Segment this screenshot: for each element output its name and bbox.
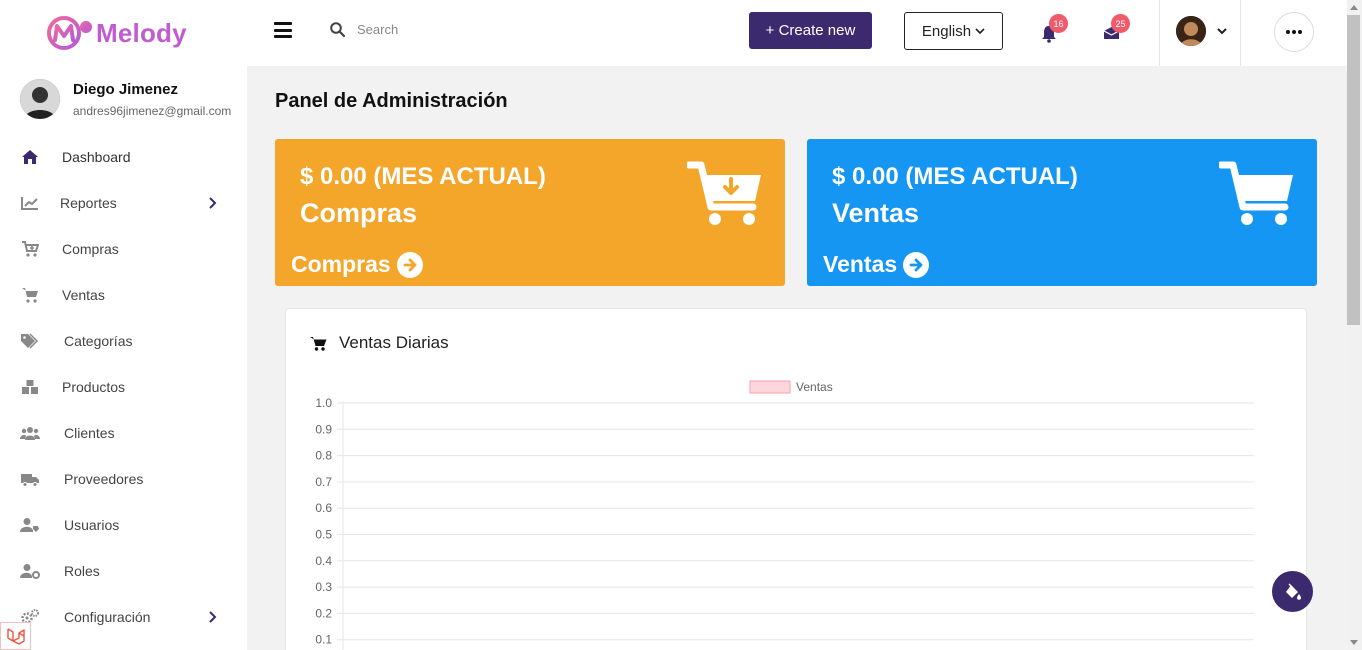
tags-icon (20, 332, 40, 350)
laravel-debug-icon[interactable] (0, 622, 31, 650)
ventas-card[interactable]: $ 0.00 (MES ACTUAL) Ventas Ventas (807, 139, 1317, 286)
user-name: Diego Jimenez (73, 80, 179, 98)
cart-plus-icon (20, 240, 40, 258)
sidebar-item-label: Configuración (64, 609, 151, 625)
language-label: English (921, 22, 972, 40)
chevron-right-icon (209, 611, 217, 623)
brand-logo[interactable]: Melody (46, 14, 187, 52)
divider (1240, 0, 1241, 66)
sidebar-item-label: Compras (62, 241, 119, 257)
compras-link[interactable]: Compras (291, 251, 423, 278)
messages-button[interactable]: 25 (1103, 14, 1130, 44)
notifications-badge: 16 (1049, 14, 1068, 33)
page-title: Panel de Administración (275, 90, 508, 112)
boxes-icon (20, 378, 40, 396)
y-tick-label: 0.1 (315, 633, 332, 647)
user-email: andres96jimenez@gmail.com (73, 103, 232, 118)
theme-customizer-button[interactable] (1272, 571, 1313, 612)
paint-bucket-icon (1285, 582, 1301, 600)
chevron-down-icon (975, 28, 985, 35)
sidebar-item-label: Dashboard (62, 149, 131, 165)
y-tick-label: 0.9 (315, 422, 332, 436)
sidebar-item-categorias[interactable]: Categorías (0, 318, 247, 364)
card-link-label: Ventas (823, 251, 898, 277)
cart-download-icon (687, 161, 761, 225)
arrow-circle-right-icon (396, 251, 423, 278)
legend-label: Ventas (796, 380, 833, 394)
home-icon (20, 148, 40, 166)
truck-icon (20, 470, 40, 488)
avatar (1176, 16, 1206, 46)
sidebar-item-label: Productos (62, 379, 126, 395)
cart-icon (1219, 161, 1293, 225)
user-tag-icon (20, 516, 40, 534)
topbar: + Create new English 16 25 (247, 0, 1347, 66)
user-cog-icon (20, 562, 40, 580)
sidebar-item-label: Roles (64, 563, 100, 579)
chart-line-icon (20, 194, 40, 212)
sidebar-item-label: Usuarios (64, 517, 120, 533)
avatar (20, 79, 60, 119)
sidebar-item-label: Reportes (60, 195, 117, 211)
language-select[interactable]: English (904, 12, 1003, 50)
y-tick-label: 0.6 (315, 501, 332, 515)
legend-swatch (749, 380, 791, 394)
sidebar-nav: Dashboard Reportes Compras Ventas Catego… (0, 134, 247, 640)
sidebar-item-clientes[interactable]: Clientes (0, 410, 247, 456)
chevron-down-icon (1217, 28, 1227, 35)
sidebar-item-roles[interactable]: Roles (0, 548, 247, 594)
card-amount: $ 0.00 (MES ACTUAL) (300, 163, 546, 190)
y-tick-label: 0.4 (315, 554, 332, 568)
sidebar-item-compras[interactable]: Compras (0, 226, 247, 272)
sidebar-item-dashboard[interactable]: Dashboard (0, 134, 247, 180)
y-tick-label: 0.7 (315, 475, 332, 489)
y-tick-label: 1.0 (315, 396, 332, 410)
ventas-link[interactable]: Ventas (823, 251, 930, 278)
sidebar-item-label: Categorías (64, 333, 133, 349)
ellipsis-icon (1286, 30, 1302, 34)
users-icon (20, 424, 40, 442)
search-icon (330, 22, 345, 37)
more-options-button[interactable] (1274, 12, 1314, 52)
notifications-button[interactable]: 16 (1041, 14, 1068, 44)
scroll-down-arrow-icon[interactable] (1350, 640, 1358, 645)
card-title: Compras (300, 198, 418, 228)
chevron-right-icon (209, 197, 217, 209)
user-menu[interactable] (1176, 16, 1228, 46)
card-amount: $ 0.00 (MES ACTUAL) (832, 163, 1078, 190)
sidebar-item-label: Ventas (62, 287, 105, 303)
hamburger-menu-icon[interactable] (274, 22, 292, 38)
arrow-circle-right-icon (903, 251, 930, 278)
chart-legend[interactable]: Ventas (749, 380, 833, 394)
scroll-up-arrow-icon[interactable] (1350, 5, 1358, 10)
sidebar-item-reportes[interactable]: Reportes (0, 180, 247, 226)
sidebar-item-configuracion[interactable]: Configuración (0, 594, 247, 640)
scrollbar-thumb[interactable] (1347, 15, 1360, 325)
card-title: Ventas (832, 198, 920, 228)
brand-name: Melody (96, 17, 187, 48)
card-link-label: Compras (291, 251, 391, 277)
search-bar[interactable] (330, 22, 557, 37)
ventas-diarias-panel: Ventas Diarias Ventas 1.0 0.9 0.8 0.7 0.6 0.5 0… (285, 308, 1307, 650)
sidebar-item-proveedores[interactable]: Proveedores (0, 456, 247, 502)
compras-card[interactable]: $ 0.00 (MES ACTUAL) Compras Compras (275, 139, 785, 286)
create-new-button[interactable]: + Create new (749, 12, 872, 49)
user-profile[interactable]: Diego Jimenez andres96jimenez@gmail.com (20, 79, 231, 119)
divider (1159, 0, 1160, 66)
sidebar-item-ventas[interactable]: Ventas (0, 272, 247, 318)
y-tick-label: 0.3 (315, 580, 332, 594)
sidebar-item-label: Proveedores (64, 471, 144, 487)
cart-icon (20, 286, 40, 304)
messages-badge: 25 (1111, 14, 1130, 33)
search-input[interactable] (357, 22, 557, 37)
ventas-chart: Ventas 1.0 0.9 0.8 0.7 0.6 0.5 0.4 0.3 0.2 0.1 (315, 380, 1254, 650)
melody-logo-icon (47, 16, 92, 50)
y-tick-label: 0.2 (315, 606, 332, 620)
sidebar: Melody Diego Jimenez andres96jimenez@gma… (0, 0, 247, 650)
sidebar-item-productos[interactable]: Productos (0, 364, 247, 410)
y-tick-label: 0.5 (315, 528, 332, 542)
sidebar-item-label: Clientes (64, 425, 115, 441)
y-tick-label: 0.8 (315, 449, 332, 463)
sidebar-item-usuarios[interactable]: Usuarios (0, 502, 247, 548)
